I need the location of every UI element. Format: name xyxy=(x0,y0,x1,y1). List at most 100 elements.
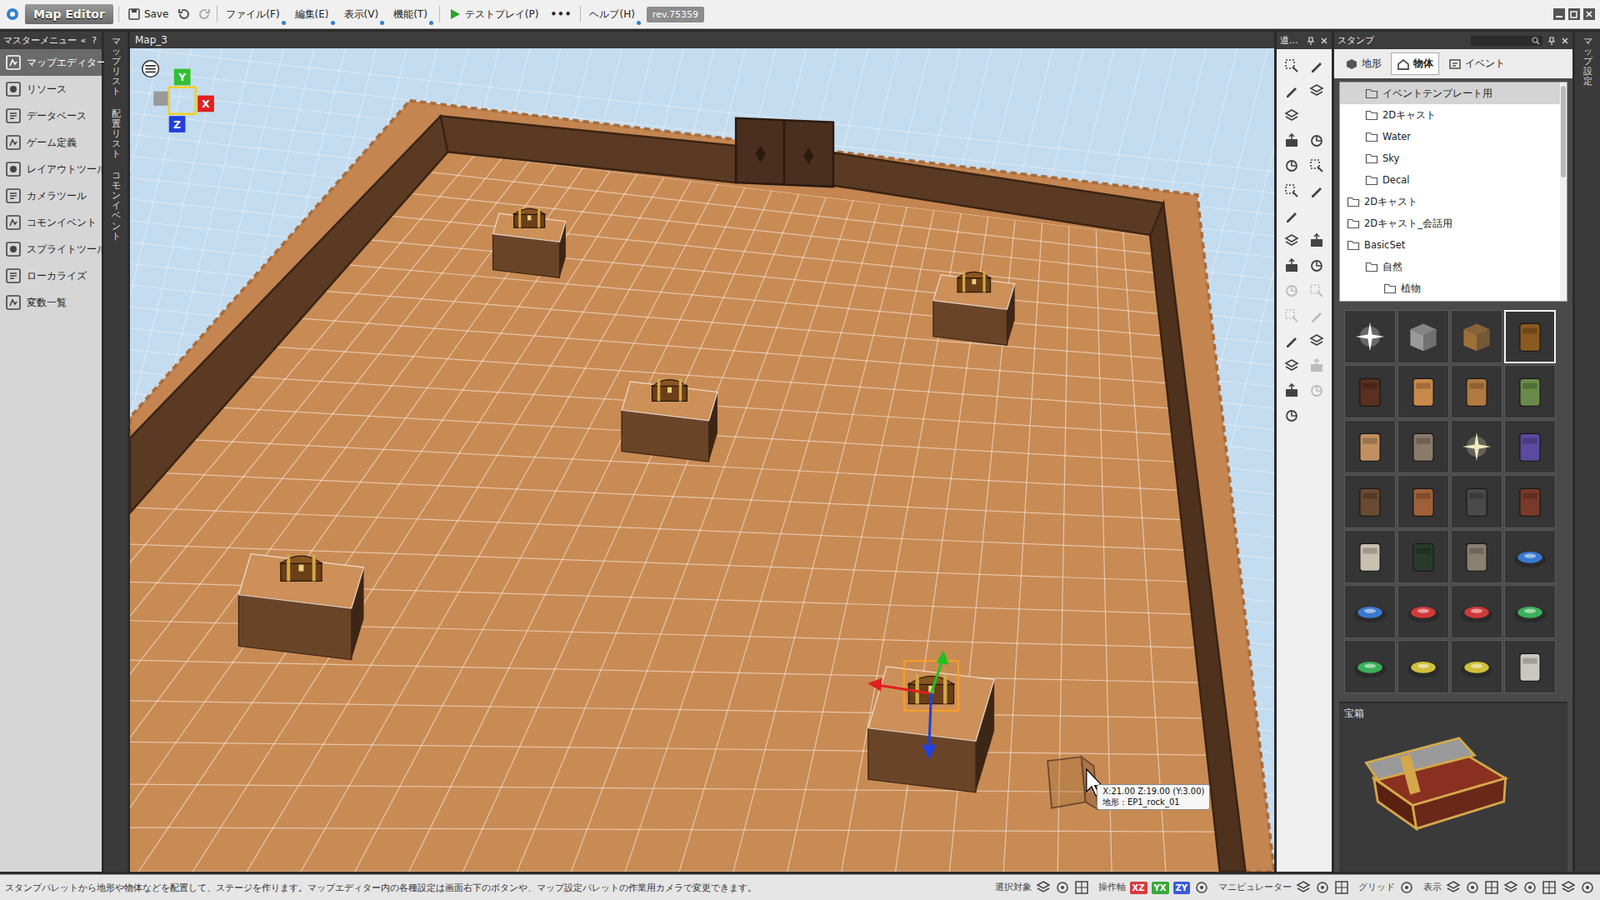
tool-button[interactable] xyxy=(1280,79,1304,103)
master-menu-item[interactable]: カメラツール xyxy=(0,182,102,210)
status-icon[interactable] xyxy=(1580,880,1595,895)
neg-x-cube[interactable] xyxy=(153,91,168,106)
chest-block[interactable] xyxy=(867,650,995,793)
status-icon[interactable] xyxy=(1295,880,1311,895)
tool-button[interactable] xyxy=(1305,329,1329,353)
redo-icon[interactable] xyxy=(196,6,212,22)
chest-block[interactable] xyxy=(493,207,566,278)
tree-item[interactable]: Sky xyxy=(1340,147,1560,170)
tool-button[interactable] xyxy=(1280,404,1304,428)
master-menu-item[interactable]: ゲーム定義 xyxy=(0,129,102,156)
axis-button[interactable]: ZY xyxy=(1173,881,1191,895)
master-menu-item[interactable]: スプライトツール xyxy=(0,235,102,263)
menu-item[interactable]: 編集(E) xyxy=(291,5,336,24)
restore-icon[interactable] xyxy=(1568,8,1580,20)
stamp-tab[interactable]: イベント xyxy=(1442,52,1511,75)
door[interactable] xyxy=(735,118,834,187)
stamp-thumbnail[interactable] xyxy=(1397,420,1450,474)
status-icon[interactable] xyxy=(1035,880,1051,895)
z-arrow-icon[interactable] xyxy=(921,745,936,760)
tree-item[interactable]: Decal xyxy=(1340,169,1560,191)
side-tab[interactable]: マップリスト xyxy=(111,36,121,98)
stamp-thumbnail[interactable] xyxy=(1397,310,1450,364)
stamp-tab[interactable]: 地形 xyxy=(1339,52,1388,75)
help-button[interactable]: ? xyxy=(90,35,99,46)
stamp-thumbnail[interactable] xyxy=(1344,420,1396,474)
tool-button[interactable] xyxy=(1305,379,1329,403)
stamp-thumbnail[interactable] xyxy=(1450,530,1503,584)
chest-block[interactable] xyxy=(621,378,718,462)
stamp-thumbnail[interactable] xyxy=(1450,475,1503,529)
stamp-thumbnail[interactable] xyxy=(1504,475,1556,529)
stamp-thumbnail[interactable] xyxy=(1344,640,1396,694)
status-icon[interactable] xyxy=(1334,880,1350,895)
tree-item[interactable]: Water xyxy=(1340,125,1560,148)
side-tab[interactable]: コモンイベント xyxy=(111,170,121,242)
collapse-button[interactable]: « xyxy=(78,35,88,46)
side-tab[interactable]: 配置リスト xyxy=(111,109,121,160)
tool-button[interactable] xyxy=(1280,304,1304,328)
tree-item[interactable]: 植物 xyxy=(1340,277,1560,300)
map-settings-tab[interactable]: マップ設定 xyxy=(1583,36,1593,87)
tool-button[interactable] xyxy=(1305,129,1329,153)
help-menu[interactable]: ヘルプ(H) xyxy=(585,5,641,24)
tool-button[interactable] xyxy=(1305,179,1329,203)
pin-icon[interactable] xyxy=(1306,36,1315,45)
stamp-thumbnail[interactable] xyxy=(1397,475,1450,529)
treasure-chest[interactable] xyxy=(514,207,545,228)
stamp-thumbnail[interactable] xyxy=(1397,530,1450,584)
x-cube[interactable] xyxy=(197,95,215,113)
status-icon[interactable] xyxy=(1315,880,1330,895)
stamp-thumbnail[interactable] xyxy=(1504,365,1556,419)
axis-button[interactable]: YX xyxy=(1151,881,1170,895)
status-icon[interactable] xyxy=(1465,880,1480,895)
tree-item[interactable]: 2Dキャスト xyxy=(1340,104,1560,126)
close-icon[interactable] xyxy=(1583,8,1595,20)
stamp-thumbnail[interactable] xyxy=(1344,530,1396,584)
undo-icon[interactable] xyxy=(176,6,192,22)
tool-button[interactable] xyxy=(1280,254,1304,278)
tree-item[interactable]: 2Dキャスト xyxy=(1340,190,1560,213)
tool-button[interactable] xyxy=(1280,154,1304,178)
tool-button[interactable] xyxy=(1280,379,1304,403)
status-icon[interactable] xyxy=(1503,880,1519,895)
tree-item[interactable]: 2Dキャスト_会話用 xyxy=(1340,212,1560,235)
status-icon[interactable] xyxy=(1194,880,1210,895)
master-menu-item[interactable]: コモンイベント xyxy=(0,209,102,236)
tool-button[interactable] xyxy=(1305,304,1329,328)
tool-button[interactable] xyxy=(1305,279,1329,303)
master-menu-item[interactable]: マップエディター xyxy=(0,49,102,76)
minimize-icon[interactable] xyxy=(1553,8,1565,20)
transform-gizmo[interactable] xyxy=(867,650,959,760)
menu-item[interactable]: ファイル(F) xyxy=(222,5,286,24)
master-menu-item[interactable]: ローカライズ xyxy=(0,262,102,290)
stamp-thumbnail[interactable] xyxy=(1397,365,1450,419)
status-icon[interactable] xyxy=(1074,880,1090,895)
save-button[interactable]: Save xyxy=(124,5,172,23)
menu-item[interactable]: 表示(V) xyxy=(340,5,386,24)
stamp-thumbnail[interactable] xyxy=(1504,310,1556,364)
x-arrow-icon[interactable] xyxy=(867,678,882,692)
status-icon[interactable] xyxy=(1522,880,1538,895)
stamp-thumbnail[interactable] xyxy=(1397,585,1450,639)
y-axis-handle[interactable] xyxy=(930,662,941,694)
tool-button[interactable] xyxy=(1280,229,1304,253)
stamp-thumbnail[interactable] xyxy=(1450,585,1503,639)
master-menu-item[interactable]: データベース xyxy=(0,102,102,130)
y-arrow-icon[interactable] xyxy=(936,650,950,665)
stamp-thumbnail[interactable] xyxy=(1450,365,1503,419)
stamp-thumbnail[interactable] xyxy=(1504,640,1556,694)
master-menu-item[interactable]: リソース xyxy=(0,75,102,103)
stamp-thumbnail[interactable] xyxy=(1397,640,1450,694)
status-icon[interactable] xyxy=(1541,880,1557,895)
scene-canvas[interactable]: YXZ X:21.00 Z:19.00 (Y:3.00) 地形 : EP1_ro… xyxy=(130,48,1275,872)
tool-button[interactable] xyxy=(1305,354,1329,378)
tool-button[interactable] xyxy=(1280,104,1304,128)
tool-button[interactable] xyxy=(1280,54,1304,78)
tool-button[interactable] xyxy=(1280,204,1304,228)
stamp-thumbnail[interactable] xyxy=(1344,475,1396,529)
scene-3d[interactable]: YXZ xyxy=(130,48,1275,872)
map-tab[interactable]: Map_3 xyxy=(130,31,1275,49)
status-icon[interactable] xyxy=(1055,880,1070,895)
status-icon[interactable] xyxy=(1484,880,1500,895)
